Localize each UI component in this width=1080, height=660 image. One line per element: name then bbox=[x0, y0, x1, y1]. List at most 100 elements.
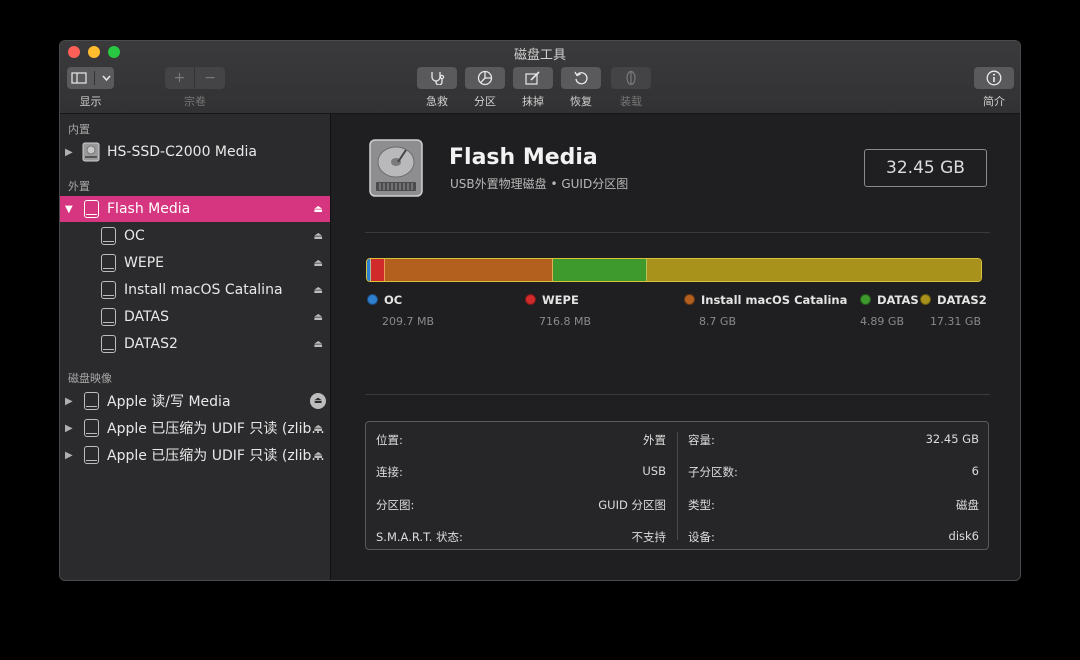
sidebar-item-image-udif-1[interactable]: ▶ Apple 已压缩为 UDIF 只读 (zlib... ⏏ bbox=[60, 415, 330, 441]
sidebar-item-label: Apple 已压缩为 UDIF 只读 (zlib... bbox=[107, 448, 325, 464]
volume-icon bbox=[101, 335, 116, 353]
sidebar-item-label: Apple 读/写 Media bbox=[107, 394, 231, 410]
remove-volume-button[interactable]: − bbox=[195, 67, 225, 89]
eject-icon[interactable]: ⏏ bbox=[314, 312, 323, 323]
sidebar-item-flash-media[interactable]: ▼ Flash Media ⏏ bbox=[60, 196, 330, 222]
add-volume-button[interactable]: + bbox=[165, 67, 195, 89]
eject-icon[interactable]: ⏏ bbox=[314, 423, 323, 434]
legend-size: 8.7 GB bbox=[698, 315, 736, 328]
disclosure-triangle-icon[interactable]: ▶ bbox=[65, 423, 73, 434]
legend-color-dot bbox=[367, 294, 378, 305]
sidebar-item-volume-wepe[interactable]: WEPE ⏏ bbox=[60, 250, 330, 276]
legend-item: DATAS bbox=[860, 293, 919, 307]
disk-image-icon bbox=[84, 446, 99, 464]
disclosure-triangle-icon[interactable]: ▼ bbox=[65, 204, 73, 215]
info-toolbar-group: 简介 bbox=[974, 67, 1014, 109]
eject-icon[interactable]: ⏏ bbox=[310, 393, 326, 409]
legend-color-dot bbox=[860, 294, 871, 305]
usage-segment-4 bbox=[553, 259, 647, 281]
restore-button[interactable] bbox=[561, 67, 601, 89]
main-panel: Flash Media USB外置物理磁盘 • GUID分区图 32.45 GB… bbox=[331, 114, 1020, 580]
eject-icon[interactable]: ⏏ bbox=[314, 231, 323, 242]
disclosure-triangle-icon[interactable]: ▶ bbox=[65, 450, 73, 461]
legend-size: 716.8 MB bbox=[538, 315, 591, 328]
partition-button[interactable] bbox=[465, 67, 505, 89]
mount-icon bbox=[626, 70, 636, 86]
volume-toolbar-group: + − 宗卷 bbox=[165, 67, 225, 109]
internal-section-header: 内置 bbox=[68, 123, 90, 136]
view-label: 显示 bbox=[79, 95, 102, 108]
partition-label: 分区 bbox=[474, 95, 496, 108]
info-key: 子分区数: bbox=[688, 465, 738, 479]
erase-button[interactable] bbox=[513, 67, 553, 89]
restore-toolbar-group: 恢复 bbox=[561, 67, 601, 109]
info-key: 分区图: bbox=[376, 498, 415, 512]
info-value: 不支持 bbox=[631, 530, 667, 544]
external-section-header: 外置 bbox=[68, 180, 90, 193]
toolbar: 磁盘工具 显示 + − 宗卷 急救 分区 抹掉 恢复 装载 简介 bbox=[60, 41, 1020, 114]
info-value: 外置 bbox=[643, 433, 666, 447]
pie-chart-icon bbox=[477, 70, 493, 86]
eject-icon[interactable]: ⏏ bbox=[314, 339, 323, 350]
eject-icon[interactable]: ⏏ bbox=[314, 285, 323, 296]
hard-disk-icon bbox=[369, 139, 423, 197]
info-value: 32.45 GB bbox=[925, 432, 979, 446]
legend-size: 209.7 MB bbox=[381, 315, 434, 328]
eject-icon[interactable]: ⏏ bbox=[314, 450, 323, 461]
info-value: disk6 bbox=[948, 529, 979, 543]
sidebar-item-volume-install-macos[interactable]: Install macOS Catalina ⏏ bbox=[60, 277, 330, 303]
view-button[interactable] bbox=[67, 67, 114, 89]
sidebar-item-label: OC bbox=[124, 228, 145, 244]
sidebar-item-label: WEPE bbox=[124, 255, 164, 271]
info-button[interactable] bbox=[974, 67, 1014, 89]
volume-icon bbox=[101, 308, 116, 326]
disk-image-icon bbox=[84, 419, 99, 437]
eject-icon[interactable]: ⏏ bbox=[314, 204, 323, 215]
sidebar-item-label: Install macOS Catalina bbox=[124, 282, 283, 298]
sidebar-item-label: HS-SSD-C2000 Media bbox=[107, 144, 257, 160]
disclosure-triangle-icon[interactable]: ▶ bbox=[65, 396, 73, 407]
capacity-box: 32.45 GB bbox=[864, 149, 987, 187]
divider bbox=[365, 394, 990, 395]
info-value: USB bbox=[642, 464, 666, 478]
mount-toolbar-group: 装载 bbox=[611, 67, 651, 109]
firstaid-toolbar-group: 急救 bbox=[417, 67, 457, 109]
volume-label: 宗卷 bbox=[184, 95, 206, 108]
mount-label: 装载 bbox=[620, 95, 642, 108]
firstaid-button[interactable] bbox=[417, 67, 457, 89]
disclosure-triangle-icon[interactable]: ▶ bbox=[65, 147, 73, 158]
view-toolbar-group: 显示 bbox=[67, 67, 114, 109]
legend-item: DATAS2 bbox=[920, 293, 987, 307]
info-value: 磁盘 bbox=[956, 498, 979, 512]
external-drive-icon bbox=[84, 200, 99, 218]
restore-arrow-icon bbox=[574, 71, 588, 85]
restore-label: 恢复 bbox=[570, 95, 592, 108]
info-column-divider bbox=[677, 432, 678, 540]
sidebar-item-image-udif-2[interactable]: ▶ Apple 已压缩为 UDIF 只读 (zlib... ⏏ bbox=[60, 442, 330, 468]
legend-item: Install macOS Catalina bbox=[684, 293, 847, 307]
usage-segment-2 bbox=[371, 259, 385, 281]
info-row-type: 类型: 磁盘 bbox=[688, 497, 979, 517]
disk-image-icon bbox=[84, 392, 99, 410]
firstaid-label: 急救 bbox=[426, 95, 448, 108]
disk-utility-window: 磁盘工具 显示 + − 宗卷 急救 分区 抹掉 恢复 装载 简介 内置 ▶ HS… bbox=[59, 40, 1021, 581]
sidebar: 内置 ▶ HS-SSD-C2000 Media 外置 ▼ Flash Media… bbox=[60, 114, 331, 580]
mount-button[interactable] bbox=[611, 67, 651, 89]
legend-name: WEPE bbox=[542, 293, 579, 307]
usage-segment-5 bbox=[647, 259, 981, 281]
eject-icon[interactable]: ⏏ bbox=[314, 258, 323, 269]
volume-icon bbox=[101, 227, 116, 245]
sidebar-item-volume-datas2[interactable]: DATAS2 ⏏ bbox=[60, 331, 330, 357]
legend-color-dot bbox=[684, 294, 695, 305]
usage-segment-3 bbox=[385, 259, 553, 281]
sidebar-item-internal-disk[interactable]: ▶ HS-SSD-C2000 Media bbox=[60, 139, 330, 165]
info-row-child-count: 子分区数: 6 bbox=[688, 464, 979, 484]
info-icon bbox=[986, 70, 1002, 86]
sidebar-item-image-rw[interactable]: ▶ Apple 读/写 Media ⏏ bbox=[60, 388, 330, 414]
legend-item: WEPE bbox=[525, 293, 579, 307]
legend-name: Install macOS Catalina bbox=[701, 293, 848, 307]
sidebar-item-volume-oc[interactable]: OC ⏏ bbox=[60, 223, 330, 249]
volume-icon bbox=[101, 254, 116, 272]
info-key: 位置: bbox=[376, 433, 403, 447]
sidebar-item-volume-datas[interactable]: DATAS ⏏ bbox=[60, 304, 330, 330]
